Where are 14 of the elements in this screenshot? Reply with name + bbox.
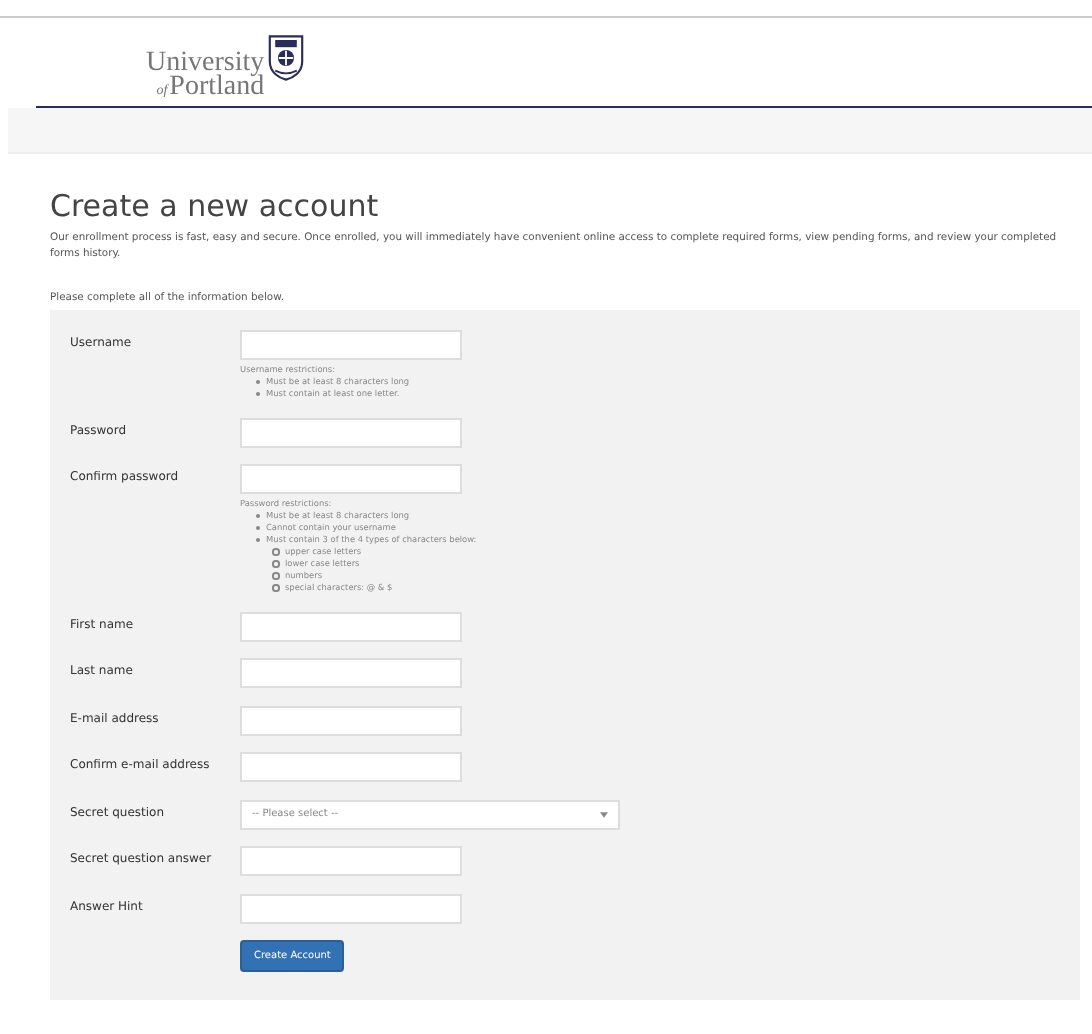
logo-wordmark: University [146, 52, 265, 76]
input-field[interactable] [240, 846, 462, 876]
input-field[interactable] [240, 611, 462, 641]
input-field[interactable] [240, 417, 462, 447]
caret-icon [600, 811, 608, 817]
logo-wordmark: Portland [169, 76, 265, 100]
input-field[interactable] [240, 464, 462, 494]
input-field[interactable] [240, 330, 462, 360]
input-field[interactable] [240, 752, 462, 782]
input-field[interactable] [240, 705, 462, 735]
input-field[interactable] [240, 893, 462, 923]
page-title: Create a new account [50, 188, 381, 224]
input-field[interactable] [240, 658, 462, 688]
shield-crest-icon [268, 34, 305, 82]
